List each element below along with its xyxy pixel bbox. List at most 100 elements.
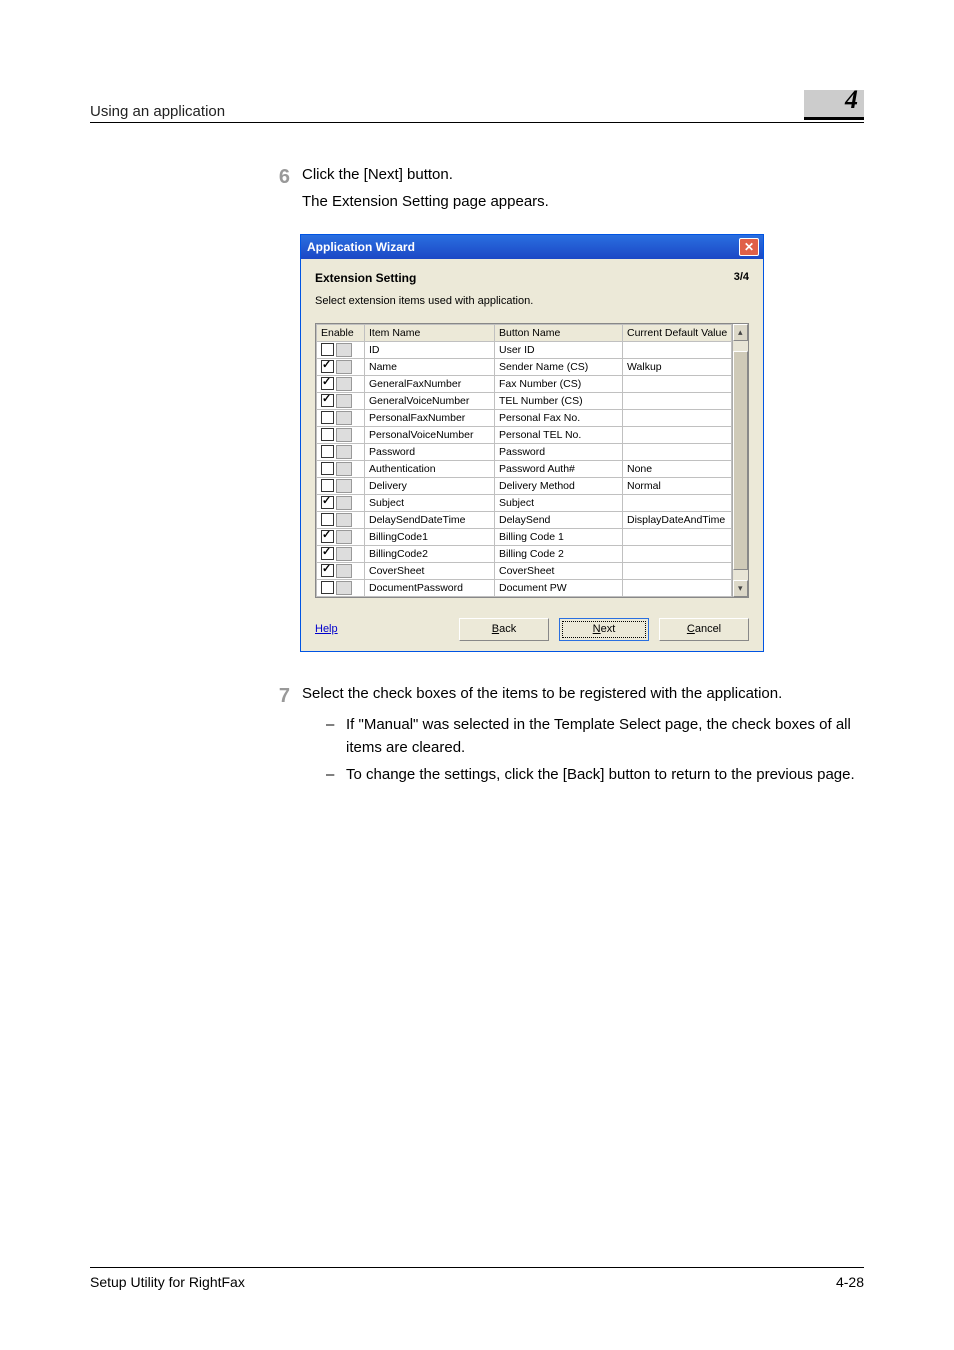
enable-cell[interactable] xyxy=(317,341,365,358)
cancel-button[interactable]: Cancel xyxy=(659,618,749,641)
item-name-cell: CoverSheet xyxy=(365,562,495,579)
default-value-cell xyxy=(623,528,732,545)
default-value-cell xyxy=(623,409,732,426)
step-6-line1: Click the [Next] button. xyxy=(302,163,864,186)
scroll-thumb[interactable] xyxy=(733,351,748,570)
back-button[interactable]: Back xyxy=(459,618,549,641)
enable-cell[interactable] xyxy=(317,443,365,460)
item-name-cell: BillingCode1 xyxy=(365,528,495,545)
item-icon xyxy=(336,479,352,493)
dialog-heading: Extension Setting xyxy=(315,271,416,285)
page-indicator: 3/4 xyxy=(734,271,749,283)
step-6-line2: The Extension Setting page appears. xyxy=(302,190,864,213)
table-row[interactable]: BillingCode2Billing Code 2 xyxy=(317,545,732,562)
next-button[interactable]: Next xyxy=(559,618,649,641)
table-row[interactable]: AuthenticationPassword Auth#None xyxy=(317,460,732,477)
table-row[interactable]: PersonalVoiceNumberPersonal TEL No. xyxy=(317,426,732,443)
table-row[interactable]: GeneralVoiceNumberTEL Number (CS) xyxy=(317,392,732,409)
table-row[interactable]: SubjectSubject xyxy=(317,494,732,511)
enable-cell[interactable] xyxy=(317,511,365,528)
enable-checkbox[interactable] xyxy=(321,428,334,441)
enable-checkbox[interactable] xyxy=(321,394,334,407)
scroll-up-icon[interactable]: ▴ xyxy=(733,324,748,341)
table-row[interactable]: IDUser ID xyxy=(317,341,732,358)
scroll-down-icon[interactable]: ▾ xyxy=(733,580,748,597)
vertical-scrollbar[interactable]: ▴ ▾ xyxy=(732,324,748,597)
enable-checkbox[interactable] xyxy=(321,445,334,458)
item-name-cell: ID xyxy=(365,341,495,358)
enable-checkbox[interactable] xyxy=(321,496,334,509)
enable-checkbox[interactable] xyxy=(321,462,334,475)
enable-checkbox[interactable] xyxy=(321,530,334,543)
enable-checkbox[interactable] xyxy=(321,547,334,560)
enable-cell[interactable] xyxy=(317,562,365,579)
enable-checkbox[interactable] xyxy=(321,360,334,373)
enable-checkbox[interactable] xyxy=(321,411,334,424)
enable-cell[interactable] xyxy=(317,375,365,392)
page-footer: Setup Utility for RightFax 4-28 xyxy=(90,1267,864,1290)
enable-cell[interactable] xyxy=(317,528,365,545)
button-name-cell: Personal TEL No. xyxy=(495,426,623,443)
default-value-cell: Walkup xyxy=(623,358,732,375)
dialog-titlebar[interactable]: Application Wizard ✕ xyxy=(301,235,763,259)
button-name-cell: TEL Number (CS) xyxy=(495,392,623,409)
item-icon xyxy=(336,581,352,595)
enable-cell[interactable] xyxy=(317,579,365,596)
enable-cell[interactable] xyxy=(317,392,365,409)
table-row[interactable]: DelaySendDateTimeDelaySendDisplayDateAnd… xyxy=(317,511,732,528)
item-name-cell: BillingCode2 xyxy=(365,545,495,562)
step-7-number: 7 xyxy=(260,682,290,710)
item-name-cell: Subject xyxy=(365,494,495,511)
enable-checkbox[interactable] xyxy=(321,564,334,577)
default-value-cell xyxy=(623,341,732,358)
item-name-cell: PersonalFaxNumber xyxy=(365,409,495,426)
enable-cell[interactable] xyxy=(317,460,365,477)
table-row[interactable]: PersonalFaxNumberPersonal Fax No. xyxy=(317,409,732,426)
enable-checkbox[interactable] xyxy=(321,377,334,390)
col-item[interactable]: Item Name xyxy=(365,324,495,341)
default-value-cell xyxy=(623,494,732,511)
enable-cell[interactable] xyxy=(317,358,365,375)
footer-right: 4-28 xyxy=(836,1274,864,1290)
button-name-cell: Delivery Method xyxy=(495,477,623,494)
col-default[interactable]: Current Default Value xyxy=(623,324,732,341)
table-row[interactable]: BillingCode1Billing Code 1 xyxy=(317,528,732,545)
button-name-cell: Password xyxy=(495,443,623,460)
table-row[interactable]: CoverSheetCoverSheet xyxy=(317,562,732,579)
item-name-cell: GeneralVoiceNumber xyxy=(365,392,495,409)
col-enable[interactable]: Enable xyxy=(317,324,365,341)
default-value-cell xyxy=(623,562,732,579)
table-row[interactable]: PasswordPassword xyxy=(317,443,732,460)
enable-cell[interactable] xyxy=(317,426,365,443)
step-7-bullet-2: To change the settings, click the [Back]… xyxy=(326,763,864,786)
item-name-cell: PersonalVoiceNumber xyxy=(365,426,495,443)
dialog-title: Application Wizard xyxy=(307,240,415,254)
scroll-track[interactable] xyxy=(733,341,748,580)
button-name-cell: Personal Fax No. xyxy=(495,409,623,426)
table-row[interactable]: NameSender Name (CS)Walkup xyxy=(317,358,732,375)
enable-cell[interactable] xyxy=(317,477,365,494)
table-row[interactable]: DeliveryDelivery MethodNormal xyxy=(317,477,732,494)
col-button[interactable]: Button Name xyxy=(495,324,623,341)
item-name-cell: Delivery xyxy=(365,477,495,494)
enable-checkbox[interactable] xyxy=(321,343,334,356)
dialog-description: Select extension items used with applica… xyxy=(315,295,749,307)
default-value-cell: DisplayDateAndTime xyxy=(623,511,732,528)
table-row[interactable]: DocumentPasswordDocument PW xyxy=(317,579,732,596)
enable-cell[interactable] xyxy=(317,409,365,426)
step-7-bullet-1: If "Manual" was selected in the Template… xyxy=(326,713,864,760)
enable-cell[interactable] xyxy=(317,494,365,511)
help-link[interactable]: Help xyxy=(315,623,338,635)
footer-left: Setup Utility for RightFax xyxy=(90,1274,245,1290)
close-icon[interactable]: ✕ xyxy=(739,238,759,256)
button-name-cell: Sender Name (CS) xyxy=(495,358,623,375)
table-row[interactable]: GeneralFaxNumberFax Number (CS) xyxy=(317,375,732,392)
item-icon xyxy=(336,343,352,357)
enable-checkbox[interactable] xyxy=(321,513,334,526)
item-name-cell: Name xyxy=(365,358,495,375)
enable-checkbox[interactable] xyxy=(321,581,334,594)
enable-checkbox[interactable] xyxy=(321,479,334,492)
enable-cell[interactable] xyxy=(317,545,365,562)
default-value-cell xyxy=(623,426,732,443)
button-name-cell: Subject xyxy=(495,494,623,511)
